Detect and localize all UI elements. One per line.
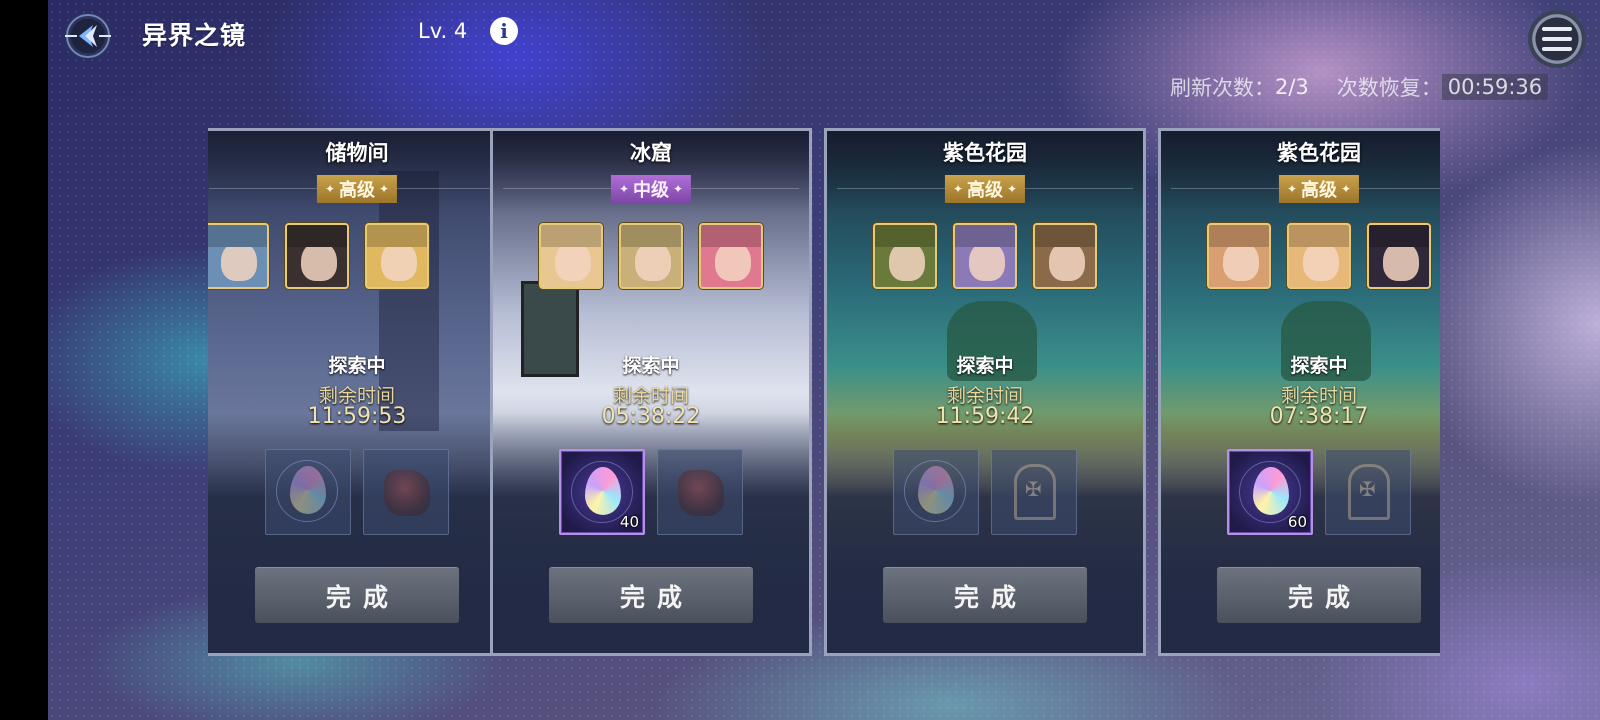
reward-slot[interactable]: [893, 449, 979, 535]
complete-button[interactable]: 完成: [1217, 567, 1421, 623]
remain-time: 05:38:22: [601, 404, 701, 429]
sparkle-icon: ✦: [952, 182, 963, 196]
back-arrow-icon: [65, 25, 111, 47]
refresh-label: 刷新次数：: [1170, 76, 1275, 100]
card-title: 冰窟: [630, 141, 672, 165]
team-portraits: [827, 223, 1143, 289]
expedition-card[interactable]: 冰窟 ✦ 中级 ✦ 探索中 剩余时间 05:38:22 40 完成: [490, 128, 812, 656]
reward-slot[interactable]: [265, 449, 351, 535]
card-status: 探索中: [956, 355, 1014, 377]
red-ore-icon: [384, 470, 430, 516]
reward-slot[interactable]: 60: [1227, 449, 1313, 535]
reward-slot[interactable]: 40: [559, 449, 645, 535]
reward-slots: 40: [493, 449, 809, 535]
page-title: 异界之镜: [142, 21, 247, 50]
reward-count: 40: [619, 513, 639, 531]
character-portrait[interactable]: [208, 223, 269, 289]
reward-slots: [827, 449, 1143, 535]
character-portrait[interactable]: [1033, 223, 1097, 289]
character-portrait[interactable]: [365, 223, 429, 289]
complete-button[interactable]: 完成: [549, 567, 753, 623]
card-status: 探索中: [622, 355, 680, 377]
sparkle-icon: ✦: [379, 182, 390, 196]
relic-cabinet-icon: [1348, 464, 1390, 520]
character-portrait[interactable]: [1207, 223, 1271, 289]
reward-slot[interactable]: [991, 449, 1077, 535]
left-black-bar: [0, 0, 48, 720]
team-portraits: [493, 223, 809, 289]
character-portrait[interactable]: [539, 223, 603, 289]
recover-timer: 00:59:36: [1441, 74, 1549, 100]
refresh-info: 刷新次数： 2/3 次数恢复： 00:59:36: [1170, 70, 1549, 104]
card-status: 探索中: [1290, 355, 1348, 377]
back-button[interactable]: [56, 8, 120, 64]
sparkle-icon: ✦: [618, 182, 629, 196]
expedition-card[interactable]: 紫色花园 ✦高级✦ 探索中 剩余时间 07:38:17 60 完成: [1158, 128, 1440, 656]
character-portrait[interactable]: [699, 223, 763, 289]
character-portrait[interactable]: [285, 223, 349, 289]
reward-slots: 60: [1161, 449, 1440, 535]
recover-label: 次数恢复：: [1336, 76, 1442, 100]
sparkle-icon: ✦: [1007, 182, 1018, 196]
red-ore-icon: [678, 470, 724, 516]
card-title: 紫色花园: [943, 141, 1027, 165]
remain-time: 11:59:53: [307, 404, 407, 429]
complete-button[interactable]: 完成: [255, 567, 459, 623]
sparkle-icon: ✦: [1341, 182, 1352, 196]
character-portrait[interactable]: [619, 223, 683, 289]
tier-badge: ✦ 高级 ✦: [944, 175, 1026, 203]
tier-badge: ✦ 高级 ✦: [1278, 175, 1360, 203]
menu-icon: [1542, 27, 1572, 51]
tier-badge: ✦ 中级 ✦: [610, 175, 692, 203]
character-portrait[interactable]: [873, 223, 937, 289]
card-title: 紫色花园: [1277, 141, 1361, 165]
team-portraits: [208, 223, 515, 289]
info-icon[interactable]: i: [490, 17, 518, 45]
player-level: Lv. 4: [418, 19, 468, 43]
reward-slots: [208, 449, 515, 535]
character-portrait[interactable]: [1287, 223, 1351, 289]
relic-cabinet-icon: [1014, 464, 1056, 520]
remain-time: 07:38:17: [1269, 404, 1369, 429]
expedition-card-strip[interactable]: 储物间 ✦ 高级 ✦ 探索中 剩余时间 11:59:53 完成 冰窟 ✦ 中级 ✦ 探索…: [208, 128, 1440, 656]
remain-time: 11:59:42: [935, 404, 1035, 429]
character-portrait[interactable]: [953, 223, 1017, 289]
tier-badge: ✦ 高级 ✦: [316, 175, 398, 203]
sparkle-icon: ✦: [673, 182, 684, 196]
sparkle-icon: ✦: [324, 182, 335, 196]
refresh-count: 2/3: [1275, 75, 1309, 99]
card-status: 探索中: [328, 355, 386, 377]
expedition-card[interactable]: 紫色花园 ✦高级✦ 探索中 剩余时间 11:59:42 完成: [824, 128, 1146, 656]
reward-count: 60: [1287, 513, 1307, 531]
reward-slot[interactable]: [657, 449, 743, 535]
sparkle-icon: ✦: [1286, 182, 1297, 196]
menu-button[interactable]: [1528, 10, 1586, 68]
reward-slot[interactable]: [1325, 449, 1411, 535]
card-title: 储物间: [325, 141, 389, 165]
reward-slot[interactable]: [363, 449, 449, 535]
character-portrait[interactable]: [1367, 223, 1431, 289]
expedition-card[interactable]: 储物间 ✦ 高级 ✦ 探索中 剩余时间 11:59:53 完成: [208, 128, 518, 656]
complete-button[interactable]: 完成: [883, 567, 1087, 623]
team-portraits: [1161, 223, 1440, 289]
